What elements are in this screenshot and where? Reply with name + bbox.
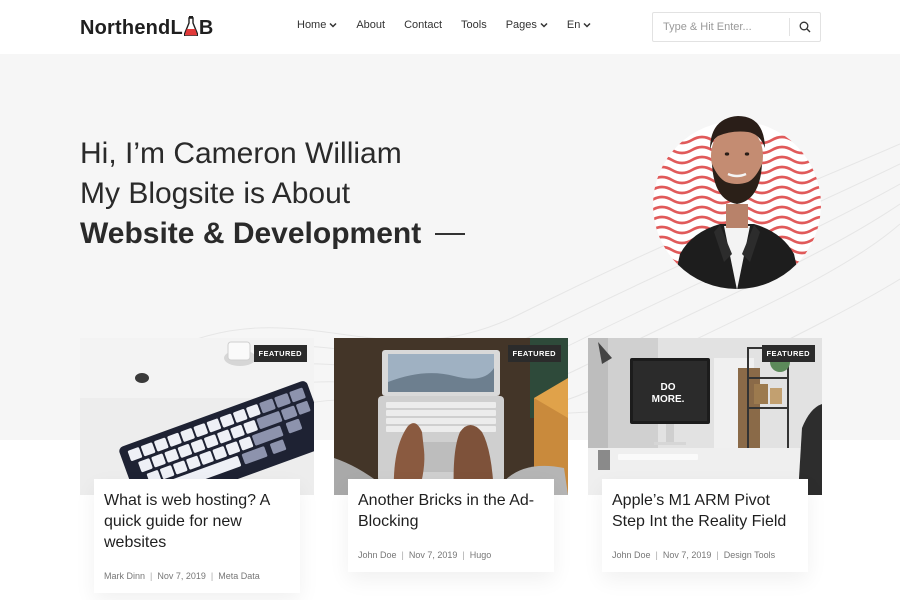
post-card[interactable]: FEATURED What is web hosting? A quick gu… bbox=[80, 338, 314, 593]
meta-separator: | bbox=[716, 550, 719, 560]
post-title[interactable]: Apple’s M1 ARM Pivot Step Int the Realit… bbox=[612, 490, 798, 532]
post-card-body: Apple’s M1 ARM Pivot Step Int the Realit… bbox=[602, 479, 808, 572]
hero-line-greeting: Hi, I’m Cameron William bbox=[80, 137, 402, 170]
featured-badge: FEATURED bbox=[761, 345, 815, 362]
nav-item-language[interactable]: En bbox=[567, 19, 591, 31]
post-author[interactable]: Mark Dinn bbox=[104, 571, 145, 581]
logo-text-northend: Northend bbox=[80, 17, 171, 39]
meta-separator: | bbox=[462, 550, 465, 560]
site-logo[interactable]: Northend L B bbox=[80, 14, 214, 40]
post-card-body: What is web hosting? A quick guide for n… bbox=[94, 479, 300, 593]
chevron-down-icon bbox=[583, 22, 591, 28]
post-author[interactable]: John Doe bbox=[612, 550, 651, 560]
hero-topic-text: Website & Development bbox=[80, 217, 422, 250]
nav-about-label: About bbox=[356, 19, 386, 31]
nav-home-label: Home bbox=[297, 19, 327, 31]
nav-item-tools[interactable]: Tools bbox=[461, 19, 487, 31]
nav-item-home[interactable]: Home bbox=[297, 19, 337, 31]
meta-separator: | bbox=[210, 571, 214, 581]
post-meta: Mark Dinn | Nov 7, 2019 | Meta Data bbox=[104, 571, 290, 581]
post-category[interactable]: Meta Data bbox=[218, 571, 260, 581]
featured-badge: FEATURED bbox=[253, 345, 307, 362]
post-date: Nov 7, 2019 bbox=[408, 550, 458, 560]
author-portrait bbox=[653, 116, 821, 289]
meta-separator: | bbox=[401, 550, 404, 560]
post-date: Nov 7, 2019 bbox=[662, 550, 712, 560]
nav-item-contact[interactable]: Contact bbox=[404, 19, 442, 31]
post-image[interactable]: FEATURED bbox=[80, 338, 314, 495]
post-image[interactable]: DO MORE. FEATURED bbox=[588, 338, 822, 495]
post-category[interactable]: Hugo bbox=[470, 550, 492, 560]
hero-heading: Hi, I’m Cameron William My Blogsite is A… bbox=[80, 134, 466, 254]
nav-contact-label: Contact bbox=[404, 19, 443, 31]
post-date: Nov 7, 2019 bbox=[157, 571, 206, 581]
hero-line-topic: Website & Development bbox=[80, 214, 466, 254]
meta-separator: | bbox=[150, 571, 153, 581]
nav-pages-label: Pages bbox=[505, 19, 537, 31]
post-author[interactable]: John Doe bbox=[358, 550, 397, 560]
search-button[interactable] bbox=[790, 13, 820, 41]
site-header: Northend L B Home About Contact Tools Pa… bbox=[0, 0, 900, 54]
post-category[interactable]: Design Tools bbox=[724, 550, 775, 560]
nav-tools-label: Tools bbox=[461, 19, 487, 31]
hero-line-about: My Blogsite is About bbox=[80, 177, 351, 210]
nav-item-about[interactable]: About bbox=[356, 19, 385, 31]
post-card-body: Another Bricks in the Ad-Blocking John D… bbox=[348, 479, 554, 572]
post-title[interactable]: What is web hosting? A quick guide for n… bbox=[104, 490, 290, 553]
post-card[interactable]: FEATURED Another Bricks in the Ad-Blocki… bbox=[334, 338, 568, 572]
search-box bbox=[652, 12, 821, 42]
nav-item-pages[interactable]: Pages bbox=[506, 19, 548, 31]
post-image[interactable]: FEATURED bbox=[334, 338, 568, 495]
post-title[interactable]: Another Bricks in the Ad-Blocking bbox=[358, 490, 544, 532]
flask-icon bbox=[183, 16, 198, 36]
main-nav: Home About Contact Tools Pages En bbox=[297, 19, 591, 31]
hero-dash-divider bbox=[435, 233, 466, 235]
post-meta: John Doe | Nov 7, 2019 | Hugo bbox=[358, 550, 544, 560]
featured-badge: FEATURED bbox=[507, 345, 561, 362]
logo-text-l: L bbox=[170, 17, 183, 39]
post-card[interactable]: DO MORE. FEATURED Apple’s M1 ARM Pivot S… bbox=[588, 338, 822, 572]
post-meta: John Doe | Nov 7, 2019 | Design Tools bbox=[612, 550, 798, 560]
search-icon bbox=[799, 21, 811, 33]
nav-language-label: En bbox=[566, 19, 581, 31]
screen-text-more: MORE. bbox=[652, 394, 685, 405]
screen-text-do: DO bbox=[661, 382, 676, 393]
logo-text-b: B bbox=[198, 17, 214, 39]
meta-separator: | bbox=[655, 550, 658, 560]
chevron-down-icon bbox=[329, 22, 337, 28]
chevron-down-icon bbox=[540, 22, 548, 28]
search-input[interactable] bbox=[653, 13, 789, 41]
